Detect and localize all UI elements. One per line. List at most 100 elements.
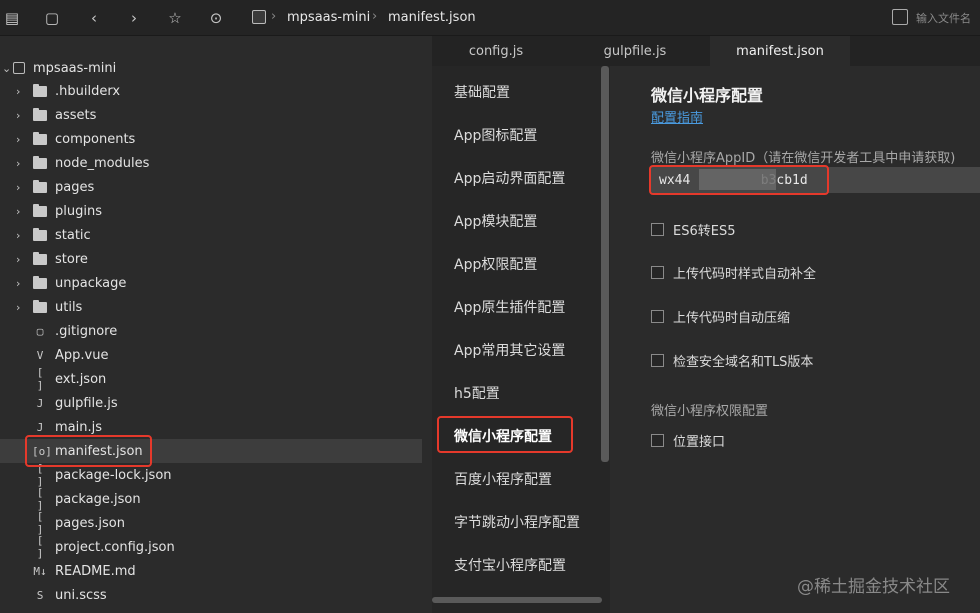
- option-minify[interactable]: 上传代码时自动压缩: [651, 307, 790, 326]
- project-icon: [252, 10, 266, 24]
- json-file-icon: [ ]: [36, 510, 44, 536]
- js-file-icon: J: [36, 396, 44, 410]
- folder-icon: [33, 83, 47, 97]
- option-es6[interactable]: ES6转ES5: [651, 220, 735, 239]
- file-item[interactable]: Jgulpfile.js: [0, 391, 422, 415]
- config-nav-item[interactable]: 百度小程序配置: [454, 469, 552, 489]
- folder-item[interactable]: › unpackage: [0, 271, 422, 295]
- chevron-right-icon[interactable]: ›: [16, 301, 20, 314]
- folder-item[interactable]: › store: [0, 247, 422, 271]
- folder-item[interactable]: › node_modules: [0, 151, 422, 175]
- folder-item[interactable]: › .hbuilderx: [0, 79, 422, 103]
- option-style-autoprefix[interactable]: 上传代码时样式自动补全: [651, 263, 816, 282]
- file-item[interactable]: [ ] ext.json: [0, 366, 422, 392]
- permission-location[interactable]: 位置接口: [651, 431, 725, 450]
- chevron-right-icon[interactable]: ›: [16, 157, 20, 170]
- file-item[interactable]: V App.vue: [0, 343, 422, 367]
- option-label: ES6转ES5: [673, 224, 736, 239]
- permissions-label: 微信小程序权限配置: [651, 404, 769, 419]
- folder-label: static: [55, 227, 91, 243]
- config-nav-item[interactable]: App启动界面配置: [454, 168, 565, 188]
- file-explorer: ⌄ mpsaas-mini › .hbuilderx › assets › compo…: [0, 36, 422, 613]
- chevron-right-icon[interactable]: ›: [16, 109, 20, 122]
- config-nav-item[interactable]: 字节跳动小程序配置: [454, 512, 580, 532]
- new-file-icon[interactable]: ▤: [2, 8, 22, 28]
- search-input[interactable]: [916, 7, 980, 29]
- breadcrumb-file[interactable]: manifest.json: [388, 10, 476, 25]
- config-nav-item[interactable]: h5配置: [454, 383, 500, 403]
- folder-item[interactable]: › utils: [0, 295, 422, 319]
- file-item[interactable]: ▢ .gitignore: [0, 319, 422, 343]
- file-label: gulpfile.js: [55, 395, 118, 411]
- checkbox[interactable]: [651, 434, 664, 447]
- config-nav-item[interactable]: App权限配置: [454, 254, 537, 274]
- config-nav: 基础配置 App图标配置 App启动界面配置 App模块配置 App权限配置 A…: [432, 66, 612, 613]
- checkbox[interactable]: [651, 354, 664, 367]
- tab-manifest-json[interactable]: manifest.json: [710, 36, 850, 66]
- folder-label: unpackage: [55, 275, 127, 291]
- folder-item[interactable]: › plugins: [0, 199, 422, 223]
- folder-item[interactable]: › static: [0, 223, 422, 247]
- chevron-right-icon[interactable]: ›: [16, 253, 20, 266]
- forward-icon[interactable]: ›: [124, 8, 144, 28]
- chevron-right-icon[interactable]: ›: [16, 205, 20, 218]
- scss-file-icon: S: [36, 588, 44, 602]
- folder-icon: [33, 203, 47, 217]
- star-icon[interactable]: ☆: [165, 8, 185, 28]
- file-item[interactable]: Jmain.js: [0, 415, 422, 439]
- checkbox[interactable]: [651, 266, 664, 279]
- folder-label: node_modules: [55, 155, 150, 171]
- file-item[interactable]: Suni.scss: [0, 583, 422, 607]
- tab-gulpfile-js[interactable]: gulpfile.js: [560, 36, 710, 66]
- checkbox[interactable]: [651, 310, 664, 323]
- tree-root[interactable]: ⌄ mpsaas-mini: [0, 56, 422, 80]
- config-nav-item[interactable]: App常用其它设置: [454, 340, 565, 360]
- file-item[interactable]: [ ] package.json: [0, 486, 422, 512]
- file-label: package.json: [55, 491, 141, 507]
- markdown-file-icon: M↓: [33, 564, 47, 578]
- option-label: 上传代码时自动压缩: [673, 311, 791, 326]
- chevron-right-icon[interactable]: ›: [16, 85, 20, 98]
- file-item[interactable]: [ ] pages.json: [0, 510, 422, 536]
- file-item[interactable]: [ ] project.config.json: [0, 534, 422, 560]
- file-item[interactable]: M↓ README.md: [0, 559, 422, 583]
- search-icon[interactable]: [892, 9, 908, 25]
- config-nav-item[interactable]: App图标配置: [454, 125, 537, 145]
- save-icon[interactable]: ▢: [42, 8, 62, 28]
- horizontal-scrollbar[interactable]: [432, 597, 602, 603]
- breadcrumb-project[interactable]: mpsaas-mini: [287, 10, 370, 25]
- tree-root-label: mpsaas-mini: [33, 60, 117, 76]
- chevron-right-icon[interactable]: ›: [16, 181, 20, 194]
- checkbox[interactable]: [651, 223, 664, 236]
- config-nav-item[interactable]: App模块配置: [454, 211, 537, 231]
- breadcrumb-separator: ›: [372, 9, 378, 24]
- chevron-right-icon[interactable]: ›: [16, 277, 20, 290]
- file-item[interactable]: [ ] package-lock.json: [0, 462, 422, 488]
- run-icon[interactable]: ⊙: [206, 8, 226, 28]
- folder-item[interactable]: › pages: [0, 175, 422, 199]
- chevron-right-icon[interactable]: ›: [16, 133, 20, 146]
- folder-icon: [33, 275, 47, 289]
- folder-item[interactable]: › assets: [0, 103, 422, 127]
- folder-label: assets: [55, 107, 97, 123]
- file-icon: ▢: [36, 324, 44, 338]
- option-check-domain[interactable]: 检查安全域名和TLS版本: [651, 351, 813, 370]
- project-icon: [13, 62, 25, 74]
- config-nav-item[interactable]: 基础配置: [454, 82, 510, 102]
- file-item-selected[interactable]: [o] manifest.json: [0, 439, 422, 463]
- redacted-appid-blur: [699, 169, 776, 190]
- config-nav-item-active[interactable]: 微信小程序配置: [454, 426, 552, 446]
- file-label: .gitignore: [55, 323, 118, 339]
- tab-config-js[interactable]: config.js: [432, 36, 560, 66]
- config-nav-scrollbar[interactable]: [601, 66, 609, 462]
- folder-item[interactable]: › components: [0, 127, 422, 151]
- chevron-right-icon[interactable]: ›: [16, 229, 20, 242]
- config-nav-item[interactable]: 支付宝小程序配置: [454, 555, 566, 575]
- folder-label: pages: [55, 179, 95, 195]
- config-nav-item[interactable]: App原生插件配置: [454, 297, 565, 317]
- chevron-down-icon[interactable]: ⌄: [2, 62, 11, 75]
- editor-tabs: config.js gulpfile.js manifest.json: [432, 36, 980, 66]
- watermark: @稀土掘金技术社区: [797, 577, 950, 597]
- back-icon[interactable]: ‹: [84, 8, 104, 28]
- guide-link[interactable]: 配置指南: [651, 107, 703, 126]
